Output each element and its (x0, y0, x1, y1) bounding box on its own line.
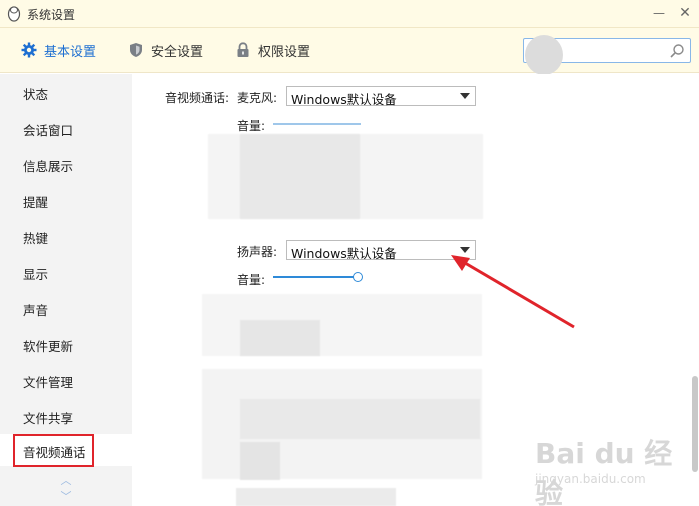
mic-volume-label: 音量: (237, 119, 266, 133)
annotation-highlight-box (13, 434, 94, 467)
redaction-blur (240, 320, 320, 356)
sidebar-scroll-up-icon[interactable]: ︿ (58, 472, 74, 487)
redaction-blur (240, 442, 280, 480)
sidebar-item-reminder[interactable]: 提醒 (0, 184, 132, 216)
sidebar-item-label: 提醒 (23, 195, 49, 210)
close-button[interactable]: ✕ (676, 4, 694, 22)
sidebar-item-label: 显示 (23, 267, 49, 282)
lock-icon (237, 42, 249, 57)
sidebar-scroll-down-icon[interactable]: ﹀ (58, 488, 74, 503)
gear-icon (21, 42, 37, 58)
speaker-device-value: Windows默认设备 (291, 246, 397, 261)
redaction-blur (236, 488, 396, 506)
chevron-down-icon (460, 93, 470, 99)
av-section-label: 音视频通话: (165, 91, 230, 105)
watermark-brand: Bai du 经验 (535, 437, 673, 506)
mic-device-select[interactable]: Windows默认设备 (286, 86, 476, 107)
tab-basic-settings[interactable]: 基本设置 (21, 28, 96, 72)
sidebar-item-label: 热键 (23, 231, 49, 246)
window-title: 系统设置 (27, 8, 76, 22)
sidebar-item-label: 状态 (23, 87, 49, 102)
sidebar-item-label: 文件共享 (23, 411, 74, 426)
mic-label: 麦克风: (237, 91, 278, 105)
tab-label: 权限设置 (258, 44, 311, 60)
speaker-volume-knob[interactable] (353, 272, 363, 282)
speaker-volume-label: 音量: (237, 273, 266, 287)
mic-device-value: Windows默认设备 (291, 92, 397, 107)
tab-label: 基本设置 (44, 44, 97, 60)
sidebar-item-label: 软件更新 (23, 339, 74, 354)
redaction-blur (525, 35, 563, 75)
search-icon[interactable] (669, 43, 685, 59)
sidebar-item-display[interactable]: 显示 (0, 256, 132, 288)
sidebar-item-info-display[interactable]: 信息展示 (0, 148, 132, 180)
sidebar-item-hotkeys[interactable]: 热键 (0, 220, 132, 252)
sidebar-item-software-update[interactable]: 软件更新 (0, 328, 132, 360)
annotation-arrow (451, 255, 575, 329)
sidebar-item-file-management[interactable]: 文件管理 (0, 364, 132, 396)
sidebar-item-label: 文件管理 (23, 375, 74, 390)
speaker-label: 扬声器: (237, 245, 278, 259)
sidebar-item-label: 信息展示 (23, 159, 74, 174)
tab-security-settings[interactable]: 安全设置 (128, 28, 203, 72)
shield-icon (130, 43, 142, 57)
sidebar-item-file-sharing[interactable]: 文件共享 (0, 400, 132, 432)
watermark: Bai du 经验 jingyan.baidu.com (535, 432, 695, 506)
sidebar-item-label: 会话窗口 (23, 123, 74, 138)
penguin-icon (7, 6, 21, 22)
sidebar-item-status[interactable]: 状态 (0, 76, 132, 108)
tab-label: 安全设置 (151, 44, 204, 60)
tab-permission-settings[interactable]: 权限设置 (235, 28, 310, 72)
minimize-button[interactable]: — (650, 4, 668, 22)
sidebar-item-sound[interactable]: 声音 (0, 292, 132, 324)
redaction-blur (240, 399, 480, 439)
watermark-url: jingyan.baidu.com (535, 472, 646, 486)
sidebar-item-label: 声音 (23, 303, 49, 318)
title-bar: 系统设置 — ✕ (0, 0, 699, 28)
mic-volume-slider[interactable] (273, 123, 361, 125)
redaction-blur (240, 134, 360, 219)
speaker-volume-slider[interactable] (273, 276, 359, 278)
sidebar-item-chat-window[interactable]: 会话窗口 (0, 112, 132, 144)
